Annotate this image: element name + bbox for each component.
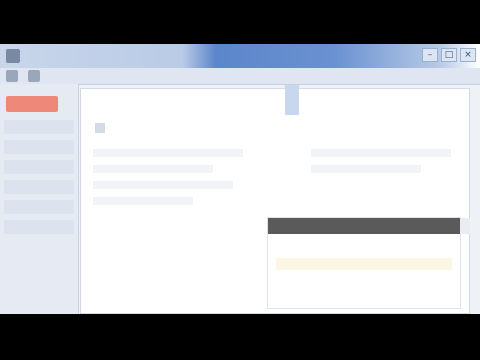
pane-row-highlighted[interactable] [276,258,452,270]
toolbar [0,68,480,85]
maximize-button[interactable]: □ [441,48,457,62]
sidebar-list [4,120,74,240]
window-controls: – □ × [422,48,476,62]
app-icon [6,49,20,63]
text-line [311,149,451,157]
pane-splitter[interactable] [285,85,299,115]
sidebar-item[interactable] [4,140,74,154]
text-line [311,165,421,173]
pane-row[interactable] [276,294,452,306]
sidebar-item[interactable] [4,160,74,174]
sidebar-item[interactable] [4,200,74,214]
text-line [93,149,243,157]
sidebar-active-tile[interactable] [6,96,58,112]
details-pane [267,217,470,309]
toolbar-icon[interactable] [28,70,40,82]
app-window: – □ × [0,44,480,314]
title-bar[interactable]: – □ × [0,44,480,68]
pane-header [268,218,460,234]
pane-row[interactable] [276,276,452,288]
sidebar-item[interactable] [4,120,74,134]
text-line [93,197,193,205]
sidebar-item[interactable] [4,220,74,234]
minimize-button[interactable]: – [422,48,438,62]
document-area[interactable] [80,85,470,314]
scrollbar[interactable] [460,218,470,234]
sidebar [0,84,79,314]
close-button[interactable]: × [460,48,476,62]
text-line [93,181,233,189]
pane-row[interactable] [276,240,452,252]
text-line [93,165,213,173]
document-icon [95,123,105,133]
sidebar-item[interactable] [4,180,74,194]
app-menu-icon[interactable] [6,70,18,82]
